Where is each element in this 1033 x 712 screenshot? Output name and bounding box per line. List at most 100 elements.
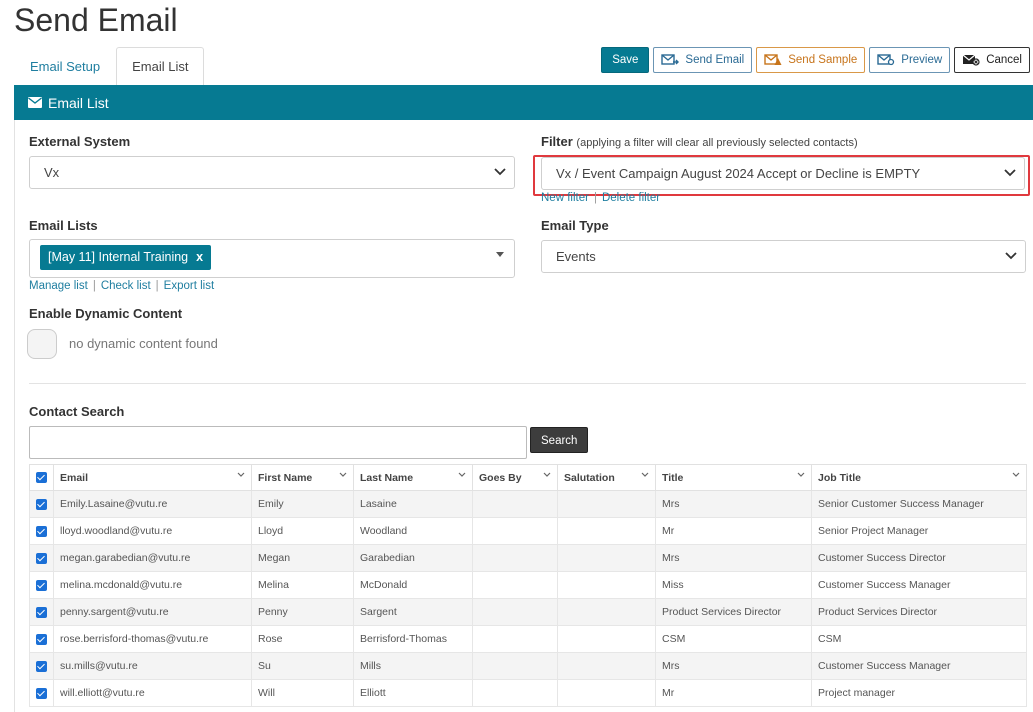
email-type-value: Events bbox=[556, 249, 596, 264]
email-lists-label: Email Lists bbox=[29, 218, 98, 233]
table-row[interactable]: penny.sargent@vutu.re Penny Sargent Prod… bbox=[29, 598, 1027, 626]
column-header-first-name[interactable]: First Name bbox=[251, 464, 354, 491]
checkbox-checked-icon bbox=[36, 579, 47, 591]
row-checkbox[interactable] bbox=[29, 652, 54, 680]
dynamic-content-label: Enable Dynamic Content bbox=[29, 306, 183, 321]
column-header-email[interactable]: Email bbox=[53, 464, 252, 491]
warning-envelope-icon bbox=[764, 54, 782, 65]
dynamic-content-toggle[interactable] bbox=[27, 329, 57, 359]
cell-title: Mrs bbox=[655, 490, 812, 518]
tab-email-list[interactable]: Email List bbox=[116, 47, 205, 86]
external-system-select[interactable]: Vx bbox=[29, 156, 515, 189]
column-header-salutation[interactable]: Salutation bbox=[557, 464, 656, 491]
tab-bar: Email Setup Email List bbox=[14, 47, 205, 86]
filter-note: (applying a filter will clear all previo… bbox=[576, 137, 858, 149]
row-checkbox[interactable] bbox=[29, 490, 54, 518]
save-button[interactable]: Save bbox=[601, 47, 650, 73]
cell-last-name: Berrisford-Thomas bbox=[353, 625, 473, 653]
panel-title: Email List bbox=[48, 94, 109, 111]
row-checkbox[interactable] bbox=[29, 598, 54, 626]
list-links: Manage list | Check list | Export list bbox=[29, 280, 214, 292]
external-system-value: Vx bbox=[44, 165, 60, 180]
checkbox-checked-icon bbox=[36, 498, 47, 510]
table-row[interactable]: melina.mcdonald@vutu.re Melina McDonald … bbox=[29, 571, 1027, 599]
cell-email: lloyd.woodland@vutu.re bbox=[53, 517, 252, 545]
tab-email-setup[interactable]: Email Setup bbox=[14, 47, 116, 86]
row-checkbox[interactable] bbox=[29, 517, 54, 545]
table-row[interactable]: rose.berrisford-thomas@vutu.re Rose Berr… bbox=[29, 625, 1027, 653]
cell-last-name: Lasaine bbox=[353, 490, 473, 518]
table-row[interactable]: Emily.Lasaine@vutu.re Emily Lasaine Mrs … bbox=[29, 490, 1027, 518]
delete-filter-link[interactable]: Delete filter bbox=[602, 192, 660, 204]
table-row[interactable]: will.elliott@vutu.re Will Elliott Mr Pro… bbox=[29, 679, 1027, 707]
send-sample-button[interactable]: Send Sample bbox=[756, 47, 866, 73]
column-header-label: Last Name bbox=[360, 471, 414, 484]
toolbar: Save Send Email Send Sample Preview Canc… bbox=[601, 47, 1030, 73]
contact-search-input[interactable] bbox=[29, 426, 527, 459]
row-checkbox[interactable] bbox=[29, 679, 54, 707]
send-email-label: Send Email bbox=[685, 54, 745, 66]
check-list-link[interactable]: Check list bbox=[101, 280, 151, 292]
column-header-goes-by[interactable]: Goes By bbox=[472, 464, 558, 491]
cell-first-name: Lloyd bbox=[251, 517, 354, 545]
checkbox-checked-icon bbox=[36, 687, 47, 699]
column-header-last-name[interactable]: Last Name bbox=[353, 464, 473, 491]
cell-title: CSM bbox=[655, 625, 812, 653]
export-list-link[interactable]: Export list bbox=[164, 280, 215, 292]
sort-chevron-icon bbox=[339, 472, 347, 477]
caret-down-icon[interactable] bbox=[496, 252, 504, 257]
column-header-label: First Name bbox=[258, 471, 313, 484]
column-header-job-title[interactable]: Job Title bbox=[811, 464, 1027, 491]
row-checkbox[interactable] bbox=[29, 571, 54, 599]
manage-list-link[interactable]: Manage list bbox=[29, 280, 88, 292]
filter-highlight-box bbox=[533, 155, 1030, 196]
row-checkbox[interactable] bbox=[29, 625, 54, 653]
email-lists-multiselect[interactable]: [May 11] Internal Training x bbox=[29, 239, 515, 278]
select-all-checkbox[interactable] bbox=[29, 464, 54, 491]
cell-goes-by bbox=[472, 490, 558, 518]
cell-goes-by bbox=[472, 598, 558, 626]
cell-last-name: Woodland bbox=[353, 517, 473, 545]
cell-job-title: Product Services Director bbox=[811, 598, 1027, 626]
preview-button[interactable]: Preview bbox=[869, 47, 951, 73]
search-button[interactable]: Search bbox=[530, 427, 589, 453]
cell-goes-by bbox=[472, 652, 558, 680]
cell-email: rose.berrisford-thomas@vutu.re bbox=[53, 625, 252, 653]
cell-title: Mr bbox=[655, 679, 812, 707]
column-header-label: Salutation bbox=[564, 471, 615, 484]
table-row[interactable]: su.mills@vutu.re Su Mills Mrs Customer S… bbox=[29, 652, 1027, 680]
column-header-label: Job Title bbox=[818, 471, 861, 484]
email-type-select[interactable]: Events bbox=[541, 240, 1026, 273]
sort-chevron-icon bbox=[1012, 472, 1020, 477]
table-row[interactable]: megan.garabedian@vutu.re Megan Garabedia… bbox=[29, 544, 1027, 572]
checkbox-checked-icon bbox=[36, 660, 47, 672]
cell-goes-by bbox=[472, 517, 558, 545]
new-filter-link[interactable]: New filter bbox=[541, 192, 589, 204]
cell-job-title: Senior Project Manager bbox=[811, 517, 1027, 545]
checkbox-checked-icon bbox=[36, 552, 47, 564]
contacts-table: Email First Name Last Name Goes By Salut… bbox=[29, 464, 1027, 707]
sort-chevron-icon bbox=[458, 472, 466, 477]
checkbox-checked-icon bbox=[36, 472, 47, 484]
table-row[interactable]: lloyd.woodland@vutu.re Lloyd Woodland Mr… bbox=[29, 517, 1027, 545]
row-checkbox[interactable] bbox=[29, 544, 54, 572]
preview-label: Preview bbox=[901, 54, 943, 66]
dynamic-content-status: no dynamic content found bbox=[69, 336, 218, 351]
save-button-label: Save bbox=[612, 54, 639, 66]
cell-salutation bbox=[557, 544, 656, 572]
sort-chevron-icon bbox=[797, 472, 805, 477]
cell-title: Product Services Director bbox=[655, 598, 812, 626]
cancel-button[interactable]: Cancel bbox=[954, 47, 1030, 73]
remove-tag-icon[interactable]: x bbox=[196, 245, 203, 270]
cell-goes-by bbox=[472, 679, 558, 707]
email-list-panel: External System Vx Filter (applying a fi… bbox=[14, 120, 1033, 712]
cell-title: Mrs bbox=[655, 544, 812, 572]
checkbox-checked-icon bbox=[36, 525, 47, 537]
cell-salutation bbox=[557, 517, 656, 545]
cell-email: melina.mcdonald@vutu.re bbox=[53, 571, 252, 599]
cell-first-name: Megan bbox=[251, 544, 354, 572]
send-email-button[interactable]: Send Email bbox=[653, 47, 753, 73]
selected-list-label: [May 11] Internal Training bbox=[48, 250, 189, 264]
column-header-title[interactable]: Title bbox=[655, 464, 812, 491]
cell-email: will.elliott@vutu.re bbox=[53, 679, 252, 707]
